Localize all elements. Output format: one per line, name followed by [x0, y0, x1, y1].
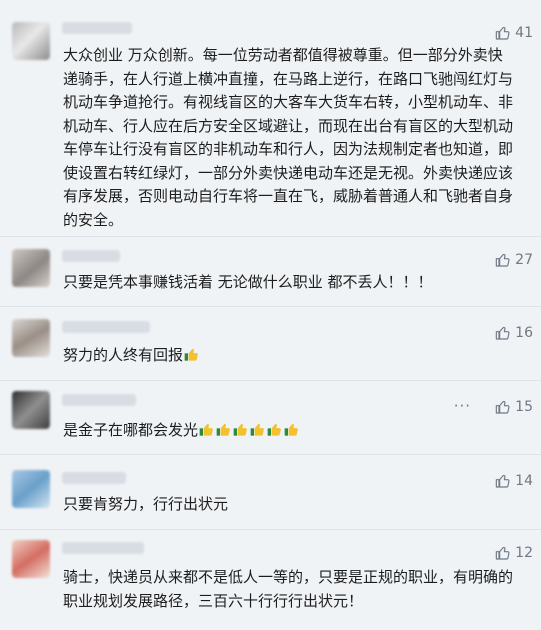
username[interactable]: [62, 542, 144, 554]
thumbs-up-outline-icon: [495, 400, 510, 414]
username[interactable]: [62, 472, 126, 484]
comment-text: 大众创业 万众创新。每一位劳动者都值得被尊重。但一部分外卖快递骑手，在人行道上横…: [63, 46, 514, 229]
like-count: 14: [515, 473, 533, 489]
thumbs-up-outline-icon: [495, 26, 510, 40]
thumbs-up-emoji-icon: [233, 423, 247, 436]
like-count: 16: [515, 325, 533, 341]
like-button[interactable]: 14: [495, 473, 533, 489]
avatar[interactable]: [12, 470, 50, 508]
like-count: 41: [515, 25, 533, 41]
comment-item: 12 骑士，快递员从来都不是低人一等的，只要是正规的职业，有明确的职业规划发展路…: [0, 530, 541, 630]
like-count: 12: [515, 545, 533, 561]
comment-item: 16 努力的人终有回报: [0, 307, 541, 379]
like-button[interactable]: 12: [495, 545, 533, 561]
like-button[interactable]: 41: [495, 25, 533, 41]
thumbs-up-emoji-icon: [184, 348, 198, 361]
comment-text: 努力的人终有回报: [63, 344, 513, 368]
username[interactable]: [62, 321, 150, 333]
like-button[interactable]: 15: [495, 399, 533, 415]
thumbs-up-emoji-icon: [267, 423, 281, 436]
thumbs-up-outline-icon: [495, 253, 510, 267]
comment-text: 是金子在哪都会发光: [63, 419, 513, 443]
more-options-button[interactable]: ···: [454, 399, 471, 414]
comment-text: 只要是凭本事赚钱活着 无论做什么职业 都不丢人！！！: [63, 273, 433, 291]
like-button[interactable]: 27: [495, 252, 533, 268]
thumbs-up-outline-icon: [495, 474, 510, 488]
username[interactable]: [62, 22, 132, 34]
like-count: 15: [515, 399, 533, 415]
comment-text: 骑士，快递员从来都不是低人一等的，只要是正规的职业，有明确的职业规划发展路径，三…: [63, 568, 514, 610]
avatar[interactable]: [12, 540, 50, 578]
thumbs-up-outline-icon: [495, 546, 510, 560]
comment-text-body: 努力的人终有回报: [63, 346, 184, 364]
like-button[interactable]: 16: [495, 325, 533, 341]
comment-item: 14 只要肯努力，行行出状元: [0, 455, 541, 527]
thumbs-up-emoji-icon: [216, 423, 230, 436]
comment-item: 41 大众创业 万众创新。每一位劳动者都值得被尊重。但一部分外卖快递骑手，在人行…: [0, 0, 541, 236]
avatar[interactable]: [12, 319, 50, 357]
like-count: 27: [515, 252, 533, 268]
username[interactable]: [62, 250, 120, 262]
comment-text-body: 是金子在哪都会发光: [63, 421, 199, 439]
thumbs-up-emoji-icon: [250, 423, 264, 436]
avatar[interactable]: [12, 391, 50, 429]
avatar[interactable]: [12, 22, 50, 60]
comment-item: ··· 15 是金子在哪都会发光: [0, 381, 541, 453]
thumbs-up-outline-icon: [495, 326, 510, 340]
thumbs-up-emoji-icon: [284, 423, 298, 436]
username[interactable]: [62, 394, 136, 406]
avatar[interactable]: [12, 249, 50, 287]
comment-text: 只要肯努力，行行出状元: [63, 495, 229, 513]
thumbs-up-emoji-icon: [199, 423, 213, 436]
comment-item: 27 只要是凭本事赚钱活着 无论做什么职业 都不丢人！！！: [0, 237, 541, 297]
